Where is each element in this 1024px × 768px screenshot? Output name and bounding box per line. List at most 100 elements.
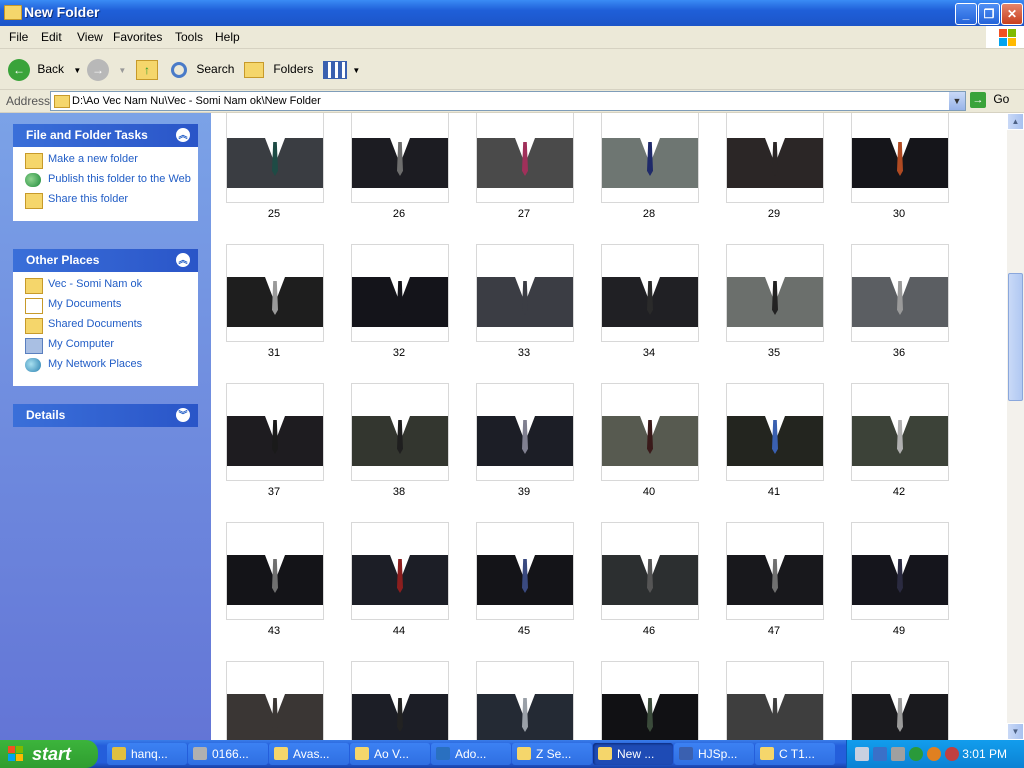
thumbnail-label[interactable]: 34	[601, 347, 697, 359]
place-my-network[interactable]: My Network Places	[13, 358, 198, 376]
thumbnail-label[interactable]: 39	[476, 486, 572, 498]
thumbnail[interactable]	[851, 113, 949, 203]
thumbnail-label[interactable]: 30	[851, 208, 947, 220]
collapse-icon[interactable]: ︽	[176, 253, 190, 267]
thumbnail[interactable]	[226, 244, 324, 342]
thumbnail[interactable]	[476, 522, 574, 620]
thumbnail-label[interactable]: 37	[226, 486, 322, 498]
tray-globe-icon[interactable]	[909, 747, 923, 761]
thumbnail-label[interactable]: 27	[476, 208, 572, 220]
scroll-up-button[interactable]: ▲	[1007, 113, 1024, 130]
thumbnail-label[interactable]: 26	[351, 208, 447, 220]
tray-ie-icon[interactable]	[873, 747, 887, 761]
thumbnail-label[interactable]: 49	[851, 625, 947, 637]
vertical-scrollbar[interactable]: ▲ ▼	[1007, 113, 1024, 740]
panel-header[interactable]: File and Folder Tasks ︽	[13, 124, 198, 147]
forward-button[interactable]: → ▼	[87, 57, 126, 81]
thumbnail[interactable]	[226, 522, 324, 620]
thumbnail-label[interactable]: 36	[851, 347, 947, 359]
thumbnail-label[interactable]: 45	[476, 625, 572, 637]
file-view[interactable]: 25 26 27 28 29 30 31 32 33 34 35 36 37 38 39 40 41 42 43 44…	[211, 113, 1007, 740]
thumbnail[interactable]	[726, 661, 824, 740]
thumbnail[interactable]	[601, 522, 699, 620]
publish-folder-link[interactable]: Publish this folder to the Web	[13, 173, 198, 191]
place-shared-documents[interactable]: Shared Documents	[13, 318, 198, 336]
thumbnail[interactable]	[351, 113, 449, 203]
make-new-folder-link[interactable]: Make a new folder	[13, 153, 198, 171]
taskbar-item[interactable]: Avas...	[269, 743, 349, 765]
tray-network-icon[interactable]	[855, 747, 869, 761]
thumbnail-label[interactable]: 35	[726, 347, 822, 359]
taskbar-item[interactable]: hanq...	[107, 743, 187, 765]
maximize-button[interactable]: ❐	[978, 3, 1000, 25]
thumbnail[interactable]	[351, 661, 449, 740]
thumbnail-label[interactable]: 46	[601, 625, 697, 637]
thumbnail[interactable]	[726, 522, 824, 620]
panel-header[interactable]: Other Places ︽	[13, 249, 198, 272]
thumbnail[interactable]	[476, 661, 574, 740]
menu-help[interactable]: Help	[215, 30, 240, 44]
thumbnail[interactable]	[851, 661, 949, 740]
menu-file[interactable]: File	[9, 30, 28, 44]
menu-favorites[interactable]: Favorites	[113, 30, 162, 44]
thumbnail-label[interactable]: 40	[601, 486, 697, 498]
thumbnail[interactable]	[726, 113, 824, 203]
thumbnail-label[interactable]: 32	[351, 347, 447, 359]
thumbnail-label[interactable]: 25	[226, 208, 322, 220]
thumbnail[interactable]	[226, 661, 324, 740]
thumbnail-label[interactable]: 28	[601, 208, 697, 220]
place-my-documents[interactable]: My Documents	[13, 298, 198, 316]
thumbnail[interactable]	[726, 244, 824, 342]
thumbnail-label[interactable]: 31	[226, 347, 322, 359]
thumbnail[interactable]	[351, 522, 449, 620]
thumbnail[interactable]	[476, 383, 574, 481]
thumbnail[interactable]	[601, 244, 699, 342]
thumbnail[interactable]	[476, 244, 574, 342]
thumbnail[interactable]	[351, 244, 449, 342]
thumbnail-label[interactable]: 38	[351, 486, 447, 498]
collapse-icon[interactable]: ︽	[176, 128, 190, 142]
back-button[interactable]: ← Back ▼	[8, 57, 81, 81]
go-button[interactable]: → Go	[970, 92, 1009, 108]
taskbar-item[interactable]: New ...	[593, 743, 673, 765]
panel-header[interactable]: Details ︾	[13, 404, 198, 427]
thumbnail[interactable]	[601, 661, 699, 740]
share-folder-link[interactable]: Share this folder	[13, 193, 198, 211]
thumbnail[interactable]	[601, 113, 699, 203]
views-button[interactable]: ▼	[323, 57, 360, 81]
taskbar-item[interactable]: 0166...	[188, 743, 268, 765]
address-dropdown-button[interactable]: ▼	[949, 92, 965, 110]
place-my-computer[interactable]: My Computer	[13, 338, 198, 356]
thumbnail[interactable]	[226, 383, 324, 481]
menu-edit[interactable]: Edit	[41, 30, 62, 44]
taskbar-item[interactable]: Z Se...	[512, 743, 592, 765]
title-bar[interactable]: New Folder _ ❐ ✕	[0, 0, 1024, 26]
search-button[interactable]: Search	[171, 57, 234, 81]
place-vec-somi[interactable]: Vec - Somi Nam ok	[13, 278, 198, 296]
taskbar-item[interactable]: Ao V...	[350, 743, 430, 765]
thumbnail[interactable]	[851, 383, 949, 481]
thumbnail[interactable]	[476, 113, 574, 203]
start-button[interactable]: start	[0, 740, 98, 768]
up-button[interactable]: ↑	[136, 57, 158, 81]
thumbnail-label[interactable]: 41	[726, 486, 822, 498]
thumbnail-label[interactable]: 44	[351, 625, 447, 637]
tray-app-icon[interactable]	[945, 747, 959, 761]
thumbnail[interactable]	[851, 244, 949, 342]
taskbar-item[interactable]: HJSp...	[674, 743, 754, 765]
thumbnail-label[interactable]: 43	[226, 625, 322, 637]
expand-icon[interactable]: ︾	[176, 408, 190, 422]
thumbnail[interactable]	[601, 383, 699, 481]
thumbnail-label[interactable]: 47	[726, 625, 822, 637]
thumbnail-label[interactable]: 33	[476, 347, 572, 359]
thumbnail[interactable]	[851, 522, 949, 620]
address-input[interactable]: D:\Ao Vec Nam Nu\Vec - Somi Nam ok\New F…	[50, 91, 966, 111]
tray-shield-icon[interactable]	[927, 747, 941, 761]
scroll-down-button[interactable]: ▼	[1007, 723, 1024, 740]
thumbnail[interactable]	[351, 383, 449, 481]
tray-hand-icon[interactable]	[891, 747, 905, 761]
minimize-button[interactable]: _	[955, 3, 977, 25]
close-button[interactable]: ✕	[1001, 3, 1023, 25]
thumbnail[interactable]	[226, 113, 324, 203]
menu-view[interactable]: View	[77, 30, 103, 44]
